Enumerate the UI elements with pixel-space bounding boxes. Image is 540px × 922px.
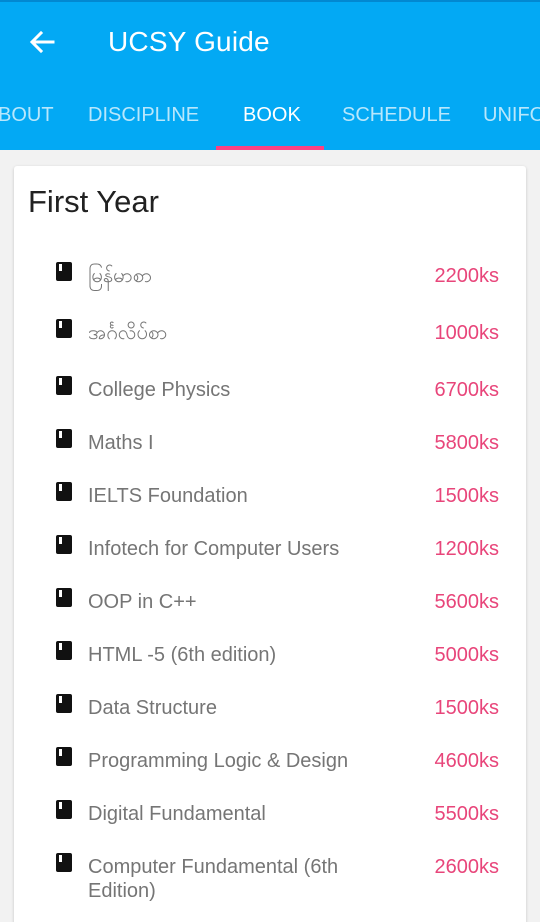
book-icon: [56, 376, 72, 395]
tab-uniform[interactable]: UNIFO: [483, 86, 540, 150]
book-price: 5000ks: [434, 644, 500, 666]
book-icon: [56, 535, 72, 554]
book-list-card: First Year မြန်မာစာ 2200ks အင်္ဂလိပ်စာ 1000…: [14, 166, 526, 922]
book-icon: [56, 641, 72, 660]
book-icon: [56, 747, 72, 766]
book-name: အင်္ဂလိပ်စာ: [88, 322, 168, 344]
book-icon: [56, 588, 72, 607]
tab-book[interactable]: BOOK: [243, 86, 301, 150]
book-price: 1500ks: [434, 485, 500, 507]
book-price: 5600ks: [434, 591, 500, 613]
app-title: UCSY Guide: [108, 26, 270, 57]
book-name: Digital Fundamental: [88, 803, 266, 825]
tab-about[interactable]: BOUT: [0, 86, 54, 150]
book-price: 2200ks: [434, 265, 500, 287]
book-price: 6700ks: [434, 379, 500, 401]
status-divider: [0, 0, 540, 2]
book-name: College Physics: [88, 379, 231, 401]
book-name: Computer Fundamental (6th Edition): [88, 856, 339, 902]
book-price: 5800ks: [434, 432, 500, 454]
back-button[interactable]: [22, 22, 62, 62]
book-name: IELTS Foundation: [88, 485, 248, 507]
book-price: 1500ks: [434, 697, 500, 719]
book-icon: [56, 482, 72, 501]
book-icon: [56, 319, 72, 338]
book-name: HTML -5 (6th edition): [88, 644, 277, 666]
book-icon: [56, 853, 72, 872]
tab-bar: BOUT DISCIPLINE BOOK SCHEDULE UNIFO: [0, 86, 540, 150]
book-price: 1200ks: [434, 538, 500, 560]
book-price: 4600ks: [434, 750, 500, 772]
book-icon: [56, 800, 72, 819]
book-icon: [56, 262, 72, 281]
book-price: 5500ks: [434, 803, 500, 825]
arrow-left-icon: [29, 30, 55, 54]
tab-discipline[interactable]: DISCIPLINE: [88, 86, 199, 150]
app-bar: UCSY Guide BOUT DISCIPLINE BOOK SCHEDULE…: [0, 0, 540, 150]
book-price: 1000ks: [434, 322, 500, 344]
section-title: First Year: [28, 184, 159, 219]
book-name: Programming Logic & Design: [88, 750, 349, 772]
tab-schedule[interactable]: SCHEDULE: [342, 86, 451, 150]
book-icon: [56, 429, 72, 448]
book-icon: [56, 694, 72, 713]
book-name: မြန်မာစာ: [88, 265, 153, 287]
book-name: OOP in C++: [88, 591, 197, 613]
book-name: Infotech for Computer Users: [88, 538, 340, 560]
book-name: Maths I: [88, 432, 154, 454]
book-price: 2600ks: [434, 856, 500, 878]
book-name: Data Structure: [88, 697, 217, 719]
tab-indicator: [216, 146, 324, 150]
